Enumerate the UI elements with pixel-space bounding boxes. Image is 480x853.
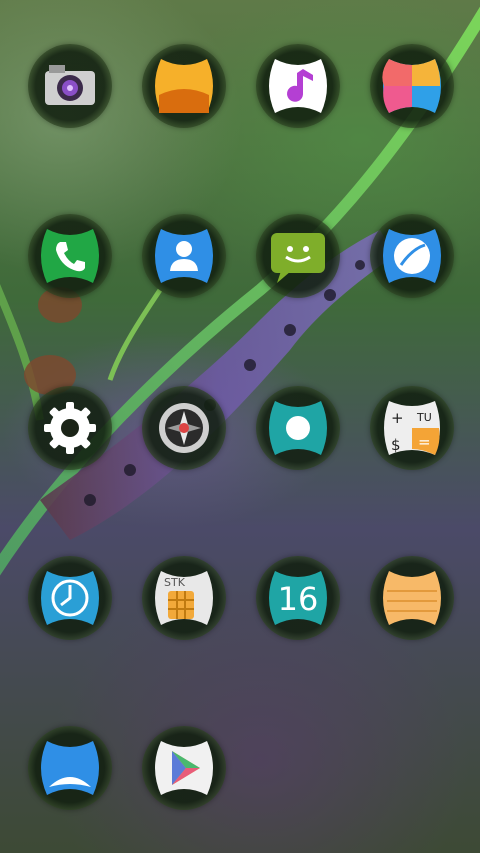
weather-icon xyxy=(41,741,99,795)
svg-text:+: + xyxy=(391,409,404,427)
calendar-icon: 16 xyxy=(269,571,327,625)
svg-text:16: 16 xyxy=(278,580,319,618)
app-play-store[interactable] xyxy=(142,726,226,810)
app-browser[interactable] xyxy=(370,214,454,298)
app-phone[interactable] xyxy=(28,214,112,298)
app-theme[interactable] xyxy=(370,44,454,128)
app-gallery[interactable] xyxy=(142,44,226,128)
app-music[interactable] xyxy=(256,44,340,128)
calculator-icon: + TU $ = xyxy=(384,401,440,455)
app-settings[interactable] xyxy=(28,386,112,470)
messages-icon xyxy=(271,233,325,283)
settings-icon xyxy=(44,402,96,454)
svg-text:STK: STK xyxy=(164,576,186,589)
svg-text:TU: TU xyxy=(416,411,432,424)
music-icon xyxy=(269,59,327,113)
play-store-icon xyxy=(155,741,213,795)
notes-icon xyxy=(383,571,441,625)
app-notes[interactable] xyxy=(370,556,454,640)
gallery-icon xyxy=(155,59,213,113)
app-sim-toolkit[interactable]: STK xyxy=(142,556,226,640)
app-contacts[interactable] xyxy=(142,214,226,298)
app-messages[interactable] xyxy=(256,214,340,298)
app-camera[interactable] xyxy=(28,44,112,128)
clock-icon xyxy=(41,571,99,625)
sim-toolkit-icon: STK xyxy=(155,571,213,625)
app-grid: + TU $ = STK 16 xyxy=(0,0,480,853)
svg-text:$: $ xyxy=(391,436,401,454)
app-clock[interactable] xyxy=(28,556,112,640)
browser-icon xyxy=(383,229,441,283)
app-weather[interactable] xyxy=(28,726,112,810)
app-compass[interactable] xyxy=(142,386,226,470)
record-icon xyxy=(269,401,327,455)
contacts-icon xyxy=(155,229,213,283)
phone-icon xyxy=(41,229,99,283)
theme-icon xyxy=(382,59,441,113)
svg-text:=: = xyxy=(418,433,431,451)
app-record[interactable] xyxy=(256,386,340,470)
compass-icon xyxy=(159,403,209,453)
app-calculator[interactable]: + TU $ = xyxy=(370,386,454,470)
app-calendar[interactable]: 16 xyxy=(256,556,340,640)
camera-icon xyxy=(45,65,95,105)
